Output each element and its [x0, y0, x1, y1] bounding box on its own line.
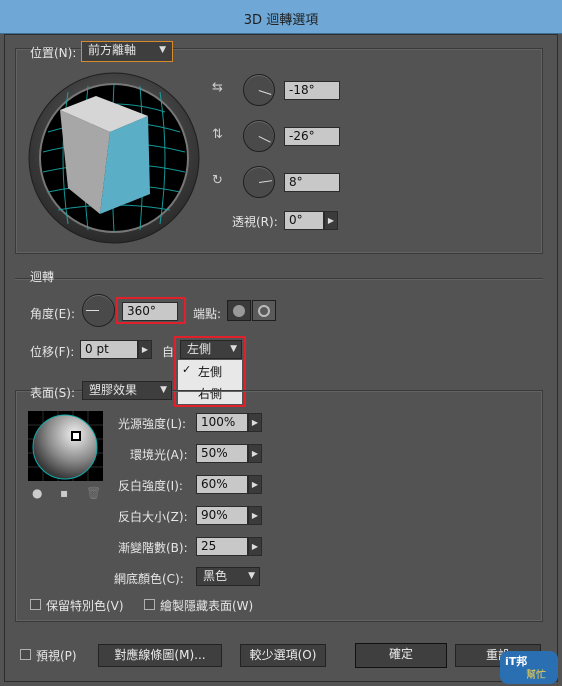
move-light-back-icon[interactable]: ● [32, 486, 42, 500]
x-axis-icon: ⇆ [212, 80, 223, 95]
perspective-arrow-button[interactable]: ▶ [324, 211, 338, 230]
ambient-arrow[interactable]: ▶ [248, 444, 262, 463]
cap-on-button[interactable] [227, 300, 251, 321]
lighting-sphere [28, 411, 103, 481]
cap-off-button[interactable] [252, 300, 276, 321]
preview-checkbox[interactable] [20, 649, 31, 660]
x-rotation-field[interactable]: -18° [284, 81, 340, 100]
cap-off-icon [258, 305, 270, 317]
z-axis-icon: ↻ [212, 173, 223, 188]
shade-color-value: 黑色 [203, 569, 228, 583]
from-select[interactable]: 左側 ▼ [180, 340, 242, 359]
lighting-sphere-panel[interactable] [28, 411, 103, 481]
perspective-label: 透視(R): [232, 215, 278, 229]
blend-steps-field[interactable]: 25 [196, 537, 248, 556]
window-title: 3D 迴轉選項 [243, 13, 319, 28]
from-select-value: 左側 [187, 342, 212, 356]
checkmark-icon: ✓ [182, 363, 192, 376]
blend-steps-label: 漸變階數(B): [118, 541, 188, 555]
y-axis-icon: ⇅ [212, 127, 223, 142]
preview-label: 預視(P) [36, 649, 77, 663]
light-intensity-arrow[interactable]: ▶ [248, 413, 262, 432]
trash-icon: 🗑 [86, 486, 102, 500]
ok-button[interactable]: 確定 [355, 643, 447, 668]
ithome-watermark-logo: iT邦 幫忙 [500, 651, 558, 684]
chevron-down-icon: ▼ [160, 385, 167, 395]
cap-label: 端點: [193, 307, 222, 321]
revolve-angle-dial[interactable] [82, 294, 115, 327]
draw-hidden-checkbox[interactable] [144, 599, 155, 610]
chevron-down-icon: ▼ [248, 571, 255, 581]
light-intensity-field[interactable]: 100% [196, 413, 248, 432]
position-preset-value: 前方離軸 [88, 43, 137, 57]
offset-arrow-button[interactable]: ▶ [138, 340, 152, 359]
highlight-size-label: 反白大小(Z): [118, 510, 188, 524]
ambient-field[interactable]: 50% [196, 444, 248, 463]
highlight-size-arrow[interactable]: ▶ [248, 506, 262, 525]
chevron-down-icon: ▼ [159, 45, 166, 55]
fewer-options-button[interactable]: 較少選項(O) [240, 644, 326, 667]
z-rotation-dial[interactable] [243, 166, 275, 198]
watermark-brand-bottom: 幫忙 [526, 670, 546, 681]
map-art-button[interactable]: 對應線條圖(M)... [98, 644, 222, 667]
x-rotation-dial[interactable] [243, 74, 275, 106]
title-bar: 3D 迴轉選項 [0, 0, 562, 34]
highlight-intensity-arrow[interactable]: ▶ [248, 475, 262, 494]
revolve-section-label: 迴轉 [30, 270, 55, 284]
offset-label: 位移(F): [30, 345, 75, 359]
cube-preview [28, 72, 200, 244]
perspective-field[interactable]: 0° [284, 211, 324, 230]
cap-on-icon [233, 305, 245, 317]
surface-select[interactable]: 塑膠效果 ▼ [82, 381, 172, 400]
track-cube[interactable] [28, 72, 200, 244]
new-light-icon[interactable]: ▪ [60, 486, 68, 500]
revolve-divider [15, 278, 543, 279]
highlight-intensity-label: 反白強度(I): [118, 479, 183, 493]
preserve-spot-checkbox[interactable] [30, 599, 41, 610]
y-rotation-dial[interactable] [243, 120, 275, 152]
angle-label: 角度(E): [30, 307, 75, 321]
ambient-label: 環境光(A): [130, 448, 188, 462]
angle-field[interactable]: 360° [122, 302, 178, 321]
offset-field[interactable]: 0 pt [80, 340, 138, 359]
highlight-size-field[interactable]: 90% [196, 506, 248, 525]
shade-color-select[interactable]: 黑色 ▼ [196, 567, 260, 586]
chevron-down-icon: ▼ [230, 344, 237, 354]
surface-label: 表面(S): [30, 386, 76, 400]
shade-color-label: 網底顏色(C): [114, 572, 184, 586]
position-preset-select[interactable]: 前方離軸 ▼ [81, 41, 173, 62]
from-label: 自 [162, 345, 175, 359]
y-rotation-field[interactable]: -26° [284, 127, 340, 146]
preserve-spot-label: 保留特別色(V) [46, 599, 124, 613]
draw-hidden-label: 繪製隱藏表面(W) [160, 599, 254, 613]
light-intensity-label: 光源強度(L): [118, 417, 187, 431]
menu-item-left[interactable]: 左側 [198, 363, 222, 380]
highlight-intensity-field[interactable]: 60% [196, 475, 248, 494]
z-rotation-field[interactable]: 8° [284, 173, 340, 192]
watermark-brand-top: iT邦 [505, 655, 528, 668]
blend-steps-arrow[interactable]: ▶ [248, 537, 262, 556]
light-source-handle[interactable] [71, 431, 81, 441]
surface-select-value: 塑膠效果 [89, 383, 138, 397]
position-label: 位置(N): [30, 46, 77, 60]
